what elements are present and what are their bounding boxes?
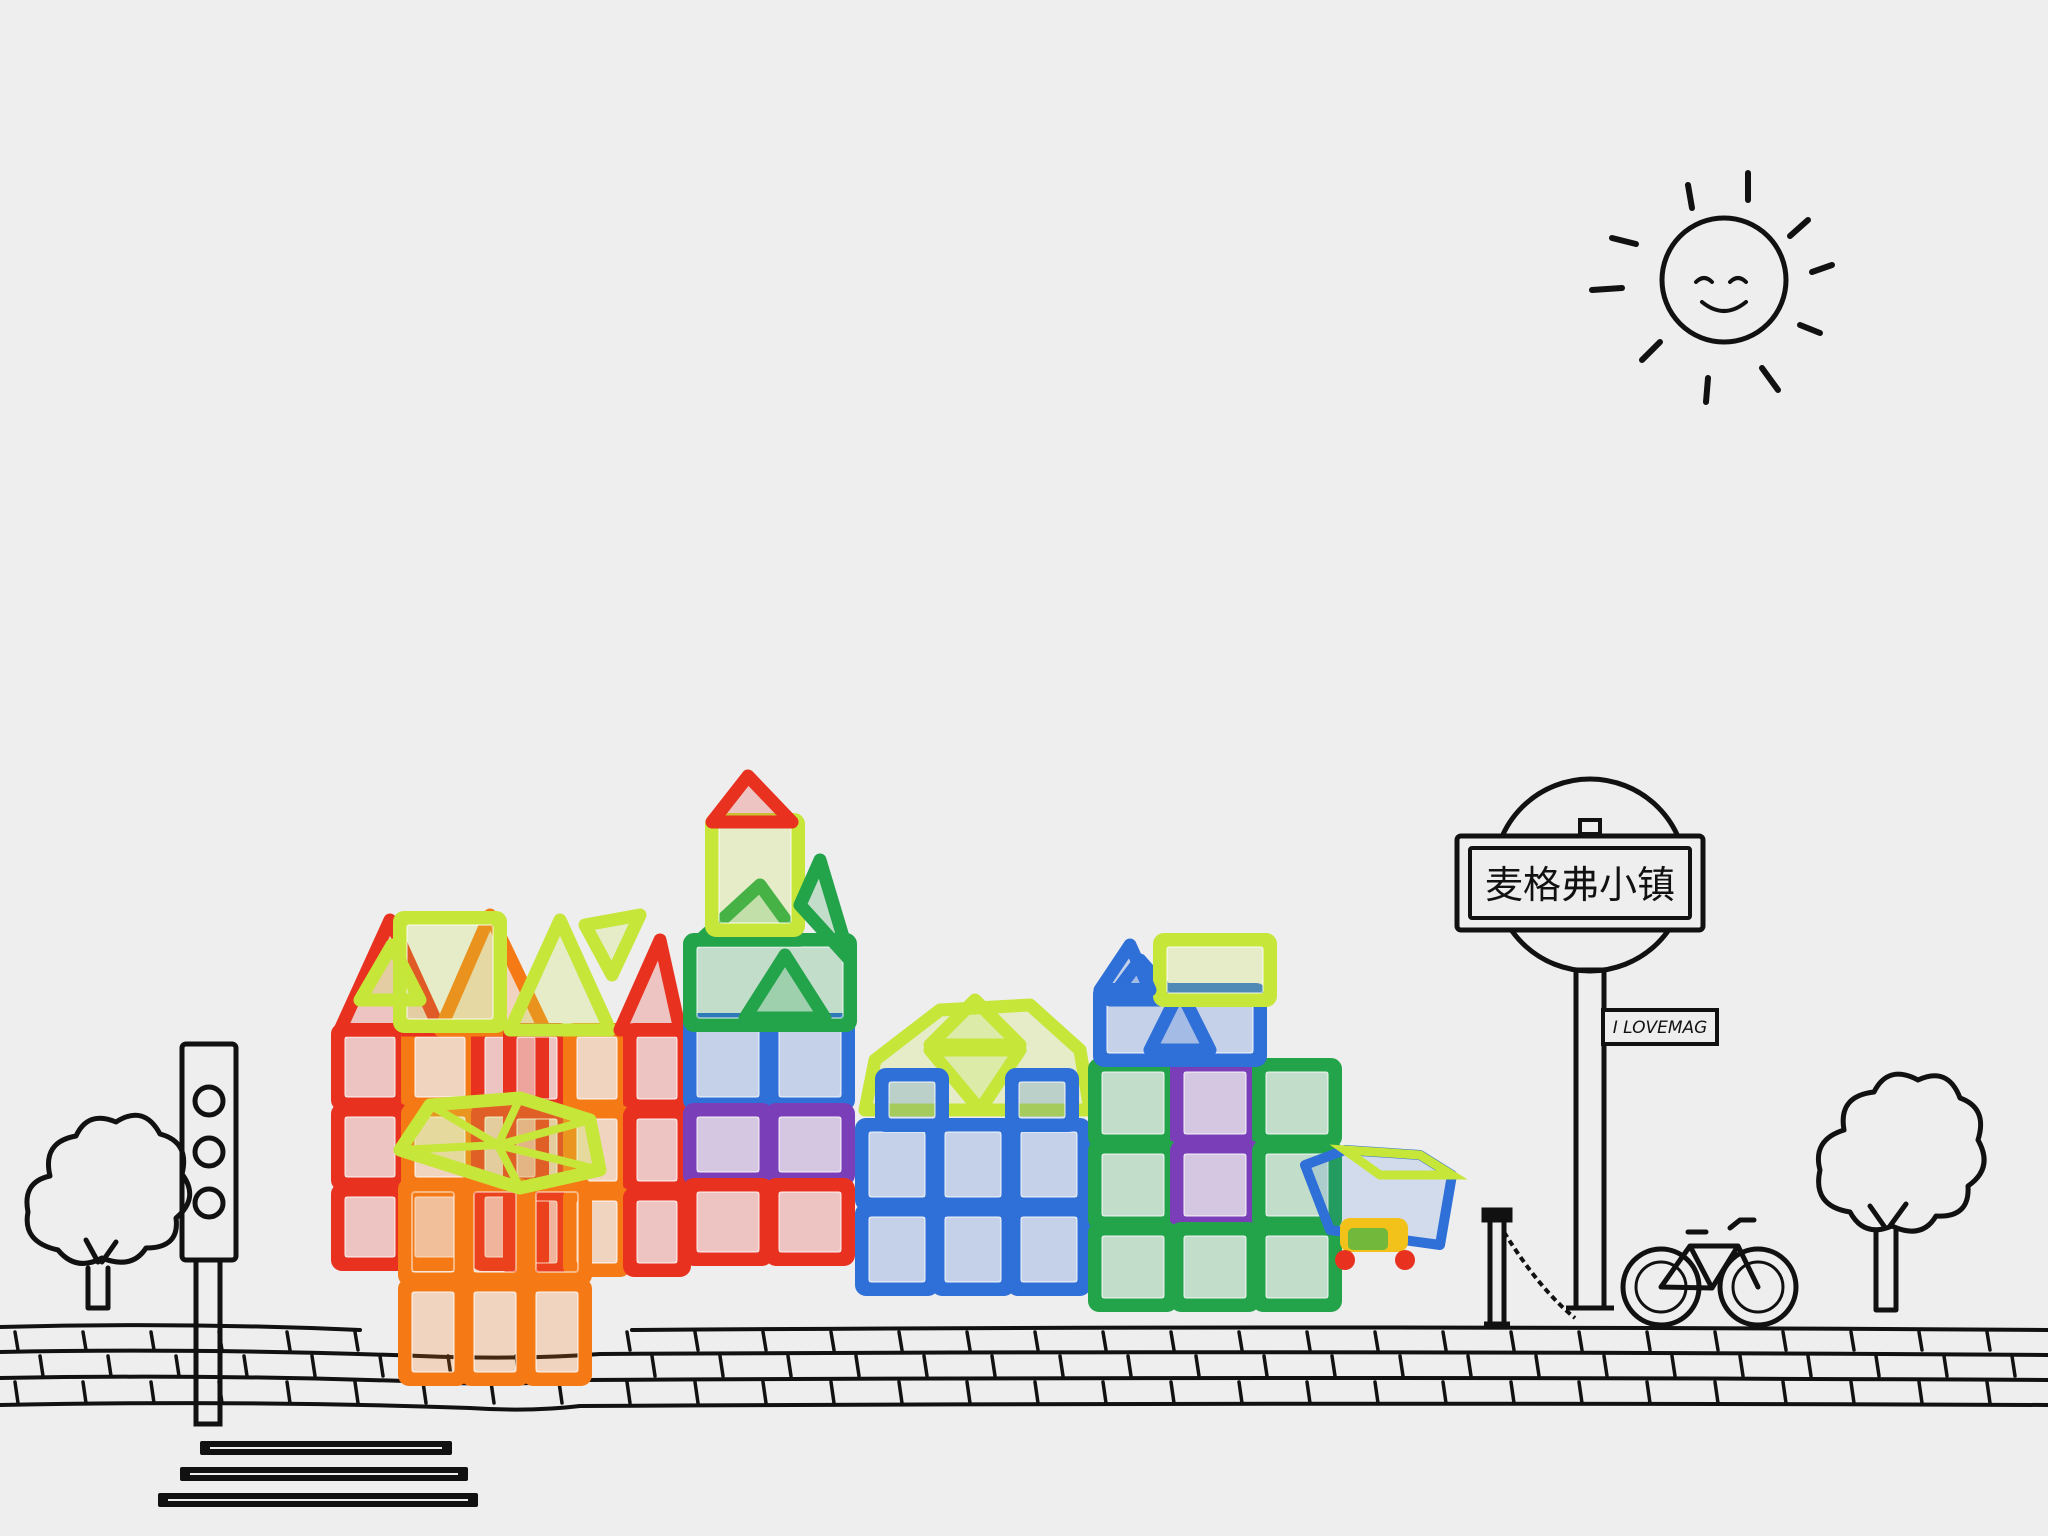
tile-square xyxy=(1007,1118,1091,1211)
plate-text: I LOVEMAG xyxy=(1613,1018,1708,1038)
tree-icon xyxy=(24,1112,193,1311)
blue-dome xyxy=(855,993,1097,1296)
tile-square xyxy=(931,1118,1015,1211)
traffic-light-icon xyxy=(179,1041,239,1427)
tile-square xyxy=(331,1023,409,1111)
tile-square xyxy=(522,1278,592,1386)
tile-square xyxy=(1153,933,1277,1007)
tile-square xyxy=(683,1013,773,1111)
tile-square xyxy=(1088,1058,1178,1148)
crosswalk-icon xyxy=(158,1441,478,1507)
green-tower xyxy=(1088,933,1342,1312)
tile-buildings xyxy=(331,769,1468,1386)
tile-square xyxy=(855,1203,939,1296)
tile-square xyxy=(393,911,507,1033)
tile-square xyxy=(623,1187,691,1277)
tile-square xyxy=(623,1023,691,1113)
bicycle-icon xyxy=(1620,1217,1799,1328)
tile-square xyxy=(855,1118,939,1211)
tile-square xyxy=(1170,1140,1260,1230)
tile-square xyxy=(1088,1140,1178,1230)
tile-square xyxy=(1088,1222,1178,1312)
tile-square xyxy=(765,1103,855,1186)
tile-square xyxy=(931,1203,1015,1296)
tile-triangle xyxy=(1093,938,1157,997)
town-sign-text: 麦格弗小镇 xyxy=(1485,863,1675,907)
tile-square xyxy=(331,1183,409,1271)
tile-square xyxy=(1170,1222,1260,1312)
tile-square xyxy=(460,1178,530,1286)
tile-square xyxy=(331,1103,409,1191)
tile-square xyxy=(398,1278,468,1386)
tree-icon xyxy=(1816,1071,1987,1313)
tile-triangle xyxy=(705,769,799,829)
tile-square xyxy=(623,1105,691,1195)
tile-square xyxy=(683,1178,773,1266)
tile-square xyxy=(460,1278,530,1386)
tile-square xyxy=(398,1178,468,1286)
tile-square xyxy=(401,1023,479,1111)
sun-icon xyxy=(1589,170,1835,405)
tile-square xyxy=(765,1013,855,1111)
orange-hex-tower xyxy=(393,1091,607,1386)
bollard-chain-icon xyxy=(1481,1207,1577,1327)
green-spire xyxy=(683,769,857,1266)
tile-square xyxy=(705,813,805,937)
tile-square xyxy=(1005,1068,1079,1132)
magnetic-tile-town-scene: 麦格弗小镇 I LOVEMAG xyxy=(0,170,2048,1507)
tile-triangle xyxy=(578,908,647,982)
tile-square xyxy=(522,1178,592,1286)
tile-square xyxy=(1170,1058,1260,1148)
toy-car xyxy=(1335,1218,1415,1270)
tile-square xyxy=(1252,1058,1342,1148)
town-sign: 麦格弗小镇 I LOVEMAG xyxy=(1454,776,1719,1311)
tile-square xyxy=(683,1103,773,1186)
tile-square xyxy=(563,1023,631,1113)
tile-square xyxy=(1252,1222,1342,1312)
pavement-bricks xyxy=(13,1330,2017,1405)
tile-square xyxy=(875,1068,949,1132)
tile-square xyxy=(1007,1203,1091,1296)
tile-square xyxy=(765,1178,855,1266)
